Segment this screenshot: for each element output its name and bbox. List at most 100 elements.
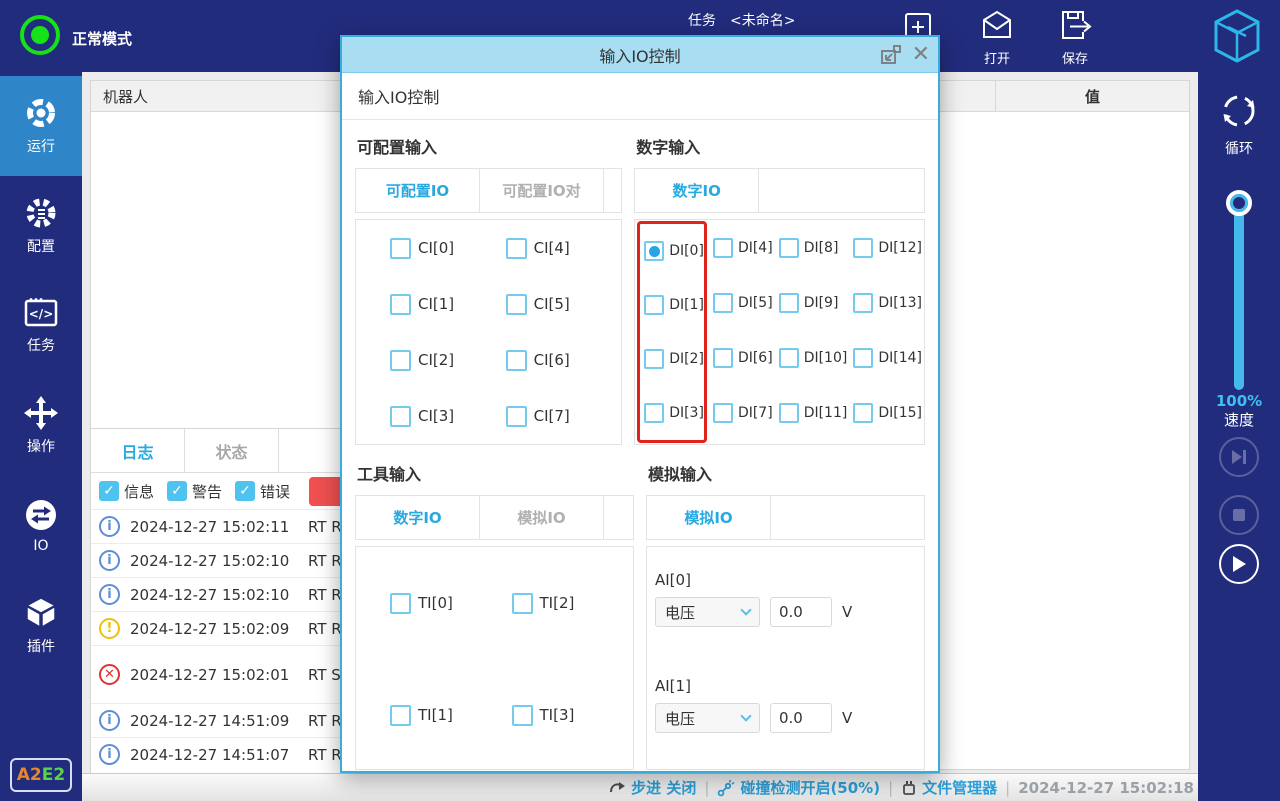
checkbox	[853, 238, 873, 258]
io-label: DI[7]	[738, 405, 773, 421]
analog-value-field[interactable]: 0.0	[770, 597, 832, 627]
play-button[interactable]	[1219, 544, 1259, 584]
io-checkbox-item[interactable]: DI[11]	[779, 385, 848, 440]
digital-tabbar: 数字IO	[634, 168, 925, 213]
io-checkbox-item[interactable]: DI[4]	[713, 220, 773, 275]
close-icon[interactable]: ✕	[912, 44, 930, 66]
io-checkbox-item[interactable]: DI[3]	[644, 386, 704, 440]
save-button[interactable]: 保存	[1053, 8, 1097, 67]
collision-icon	[717, 779, 735, 797]
io-checkbox-item[interactable]: DI[9]	[779, 275, 848, 330]
filter-info-checkbox[interactable]: ✓ 信息	[99, 481, 154, 502]
info-icon: i	[99, 516, 120, 537]
io-checkbox-item[interactable]: TI[2]	[512, 547, 634, 659]
checkbox	[853, 348, 873, 368]
svg-text:</>: </>	[29, 307, 54, 321]
log-time: 2024-12-27 15:02:09	[130, 620, 298, 638]
tab-digital-io[interactable]: 数字IO	[635, 169, 759, 212]
io-checkbox-item[interactable]: CI[2]	[390, 332, 506, 388]
analog-value-field[interactable]: 0.0	[770, 703, 832, 733]
io-checkbox-item[interactable]: DI[13]	[853, 275, 922, 330]
file-manager-button[interactable]: 文件管理器	[901, 777, 997, 798]
checkbox-checked-icon: ✓	[99, 481, 119, 501]
checkbox	[713, 238, 733, 258]
filter-warn-checkbox[interactable]: ✓ 警告	[167, 481, 222, 502]
signal-type-select[interactable]: 电压	[655, 597, 760, 627]
tab-log[interactable]: 日志	[91, 429, 185, 472]
checkbox	[713, 403, 733, 423]
log-time: 2024-12-27 15:02:11	[130, 518, 298, 536]
io-label: DI[5]	[738, 295, 773, 311]
sidebar-item-run[interactable]: 运行	[0, 76, 82, 176]
io-checkbox-item[interactable]: DI[1]	[644, 278, 704, 332]
io-label: DI[0]	[669, 243, 704, 259]
filter-warn-label: 警告	[192, 481, 222, 502]
io-checkbox-item[interactable]: CI[3]	[390, 388, 506, 444]
io-checkbox-item[interactable]: DI[0]	[644, 224, 704, 278]
io-checkbox-item[interactable]: DI[5]	[713, 275, 773, 330]
dialog-heading: 输入IO控制	[342, 73, 938, 120]
io-checkbox-item[interactable]: CI[6]	[506, 332, 622, 388]
io-checkbox-item[interactable]: DI[2]	[644, 332, 704, 386]
io-checkbox-item[interactable]: DI[7]	[713, 385, 773, 440]
filter-error-checkbox[interactable]: ✓ 错误	[235, 481, 290, 502]
sidebar-item-io[interactable]: IO	[0, 476, 82, 576]
collision-status[interactable]: 碰撞检测开启(50%)	[717, 777, 880, 798]
restore-window-icon[interactable]	[880, 44, 902, 66]
io-checkbox-item[interactable]: CI[4]	[506, 220, 622, 276]
loop-mode-button[interactable]: 循环	[1198, 90, 1280, 158]
tab-analog-io[interactable]: 模拟IO	[647, 496, 771, 539]
tab-status[interactable]: 状态	[185, 429, 279, 472]
io-checkbox-item[interactable]: DI[8]	[779, 220, 848, 275]
step-next-button[interactable]	[1219, 437, 1259, 477]
io-checkbox-item[interactable]: CI[7]	[506, 388, 622, 444]
stop-button[interactable]	[1219, 495, 1259, 535]
configurable-io-grid: CI[0] CI[1] CI[2] CI[3] CI[4] CI[5] CI[6…	[355, 219, 622, 445]
speed-value: 100%	[1198, 392, 1280, 411]
signal-type-select[interactable]: 电压	[655, 703, 760, 733]
collision-label: 碰撞检测开启(50%)	[740, 777, 880, 798]
sidebar-item-plugin[interactable]: 插件	[0, 576, 82, 676]
io-label: DI[3]	[669, 405, 704, 421]
io-label: TI[0]	[418, 594, 453, 612]
tool-tabbar: 数字IO 模拟IO	[355, 495, 634, 540]
tab-configurable-io[interactable]: 可配置IO	[356, 169, 480, 212]
io-checkbox-item[interactable]: DI[10]	[779, 330, 848, 385]
task-prefix: 任务	[688, 10, 716, 30]
analog-input-section: 模拟输入 模拟IO AI[0] 电压 0.0 V	[646, 459, 925, 770]
io-checkbox-item[interactable]: TI[3]	[512, 659, 634, 771]
analog-channel: AI[0] 电压 0.0 V	[655, 571, 924, 627]
sidebar-item-label: IO	[33, 538, 48, 554]
sidebar-item-label: 任务	[27, 335, 55, 355]
open-button[interactable]: 打开	[975, 8, 1019, 67]
speed-slider-knob[interactable]	[1226, 190, 1252, 216]
sidebar-item-operate[interactable]: 操作	[0, 376, 82, 476]
input-io-dialog: 输入IO控制 ✕ 输入IO控制 可配置输入 可配置IO 可配置IO对	[340, 35, 940, 773]
tab-tool-analog-io[interactable]: 模拟IO	[480, 496, 604, 539]
io-checkbox-item[interactable]: DI[14]	[853, 330, 922, 385]
configurable-tabbar: 可配置IO 可配置IO对	[355, 168, 622, 213]
io-checkbox-item[interactable]: CI[5]	[506, 276, 622, 332]
sidebar-item-config[interactable]: 配置	[0, 176, 82, 276]
sidebar-item-task[interactable]: </> 任务	[0, 276, 82, 376]
io-checkbox-item[interactable]: DI[12]	[853, 220, 922, 275]
io-label: CI[1]	[418, 295, 454, 313]
io-checkbox-item[interactable]: TI[0]	[390, 547, 512, 659]
dialog-titlebar[interactable]: 输入IO控制 ✕	[342, 37, 938, 73]
io-checkbox-item[interactable]: DI[15]	[853, 385, 922, 440]
speed-slider-track[interactable]	[1234, 204, 1244, 390]
checkbox	[779, 293, 799, 313]
step-mode-status[interactable]: 步进 关闭	[609, 777, 696, 798]
tab-configurable-io-pair[interactable]: 可配置IO对	[480, 169, 604, 212]
io-checkbox-item[interactable]: TI[1]	[390, 659, 512, 771]
io-label: CI[2]	[418, 351, 454, 369]
io-checkbox-item[interactable]: DI[6]	[713, 330, 773, 385]
play-icon	[1231, 555, 1247, 573]
io-label: TI[2]	[540, 594, 575, 612]
io-checkbox-item[interactable]: CI[0]	[390, 220, 506, 276]
tab-tool-digital-io[interactable]: 数字IO	[356, 496, 480, 539]
info-icon: i	[99, 584, 120, 605]
io-checkbox-item[interactable]: CI[1]	[390, 276, 506, 332]
log-message: RT R	[308, 552, 342, 570]
log-message: RT R	[308, 746, 342, 764]
